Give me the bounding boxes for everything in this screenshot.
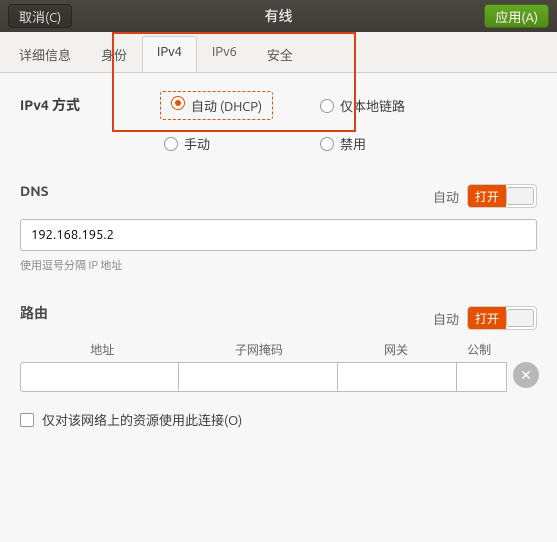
tab-security[interactable]: 安全 — [252, 36, 308, 72]
route-col-gateway: 网关 — [337, 341, 454, 358]
route-netmask-input[interactable] — [179, 362, 338, 392]
route-col-address: 地址 — [24, 341, 181, 358]
route-address-input[interactable] — [20, 362, 179, 392]
ipv4-method-label: IPv4 方式 — [20, 91, 120, 115]
radio-disabled-label: 禁用 — [340, 134, 366, 153]
route-row: ✕ — [20, 362, 537, 392]
toggle-knob-icon — [506, 187, 534, 205]
dns-auto-toggle[interactable]: 打开 — [467, 184, 537, 208]
tab-bar: 详细信息 身份 IPv4 IPv6 安全 — [0, 32, 557, 73]
dns-hint: 使用逗号分隔 IP 地址 — [20, 257, 537, 273]
tab-identity[interactable]: 身份 — [86, 36, 142, 72]
toggle-on-label: 打开 — [468, 185, 506, 207]
tab-ipv6[interactable]: IPv6 — [197, 36, 252, 72]
radio-manual[interactable]: 手动 — [164, 134, 320, 153]
route-delete-button[interactable]: ✕ — [513, 362, 539, 388]
dns-input[interactable] — [20, 219, 537, 251]
route-gateway-input[interactable] — [338, 362, 457, 392]
toggle-knob-icon — [506, 309, 534, 327]
radio-disabled[interactable]: 禁用 — [320, 134, 480, 153]
radio-auto-dhcp[interactable]: 自动 (DHCP) — [160, 91, 320, 120]
radio-link-local-label: 仅本地链路 — [340, 96, 405, 115]
route-col-metric: 公制 — [455, 341, 504, 358]
tab-details[interactable]: 详细信息 — [4, 36, 86, 72]
radio-dot-icon — [164, 137, 178, 151]
routes-auto-toggle[interactable]: 打开 — [467, 306, 537, 330]
toggle-on-label: 打开 — [468, 307, 506, 329]
route-col-netmask: 子网掩码 — [181, 341, 338, 358]
dns-auto-label: 自动 — [433, 187, 459, 206]
dns-label: DNS — [20, 183, 49, 199]
routes-auto-label: 自动 — [433, 309, 459, 328]
only-this-network-checkbox[interactable] — [20, 413, 34, 427]
radio-dot-icon — [320, 99, 334, 113]
apply-button[interactable]: 应用(A) — [484, 4, 549, 28]
only-this-network-label: 仅对该网络上的资源使用此连接(O) — [42, 410, 242, 429]
radio-dot-icon — [320, 137, 334, 151]
radio-manual-label: 手动 — [184, 134, 210, 153]
window-title: 有线 — [0, 6, 557, 26]
cancel-button[interactable]: 取消(C) — [8, 4, 72, 28]
close-icon: ✕ — [520, 367, 532, 384]
tab-ipv4[interactable]: IPv4 — [142, 36, 197, 72]
radio-auto-label: 自动 (DHCP) — [191, 96, 262, 115]
routes-label: 路由 — [20, 303, 48, 323]
radio-link-local[interactable]: 仅本地链路 — [320, 91, 480, 120]
radio-dot-icon — [171, 96, 185, 110]
titlebar: 取消(C) 有线 应用(A) — [0, 0, 557, 32]
route-metric-input[interactable] — [457, 362, 507, 392]
